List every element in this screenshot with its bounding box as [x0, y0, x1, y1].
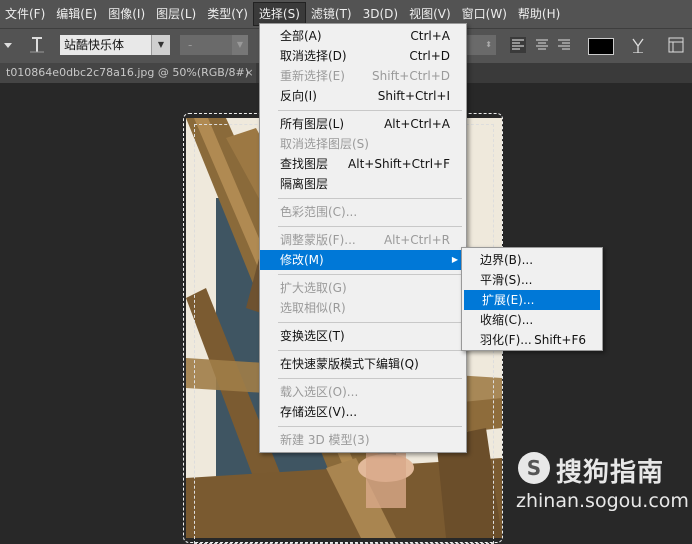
menu-item-label: 色彩范围(C)... [280, 205, 358, 219]
menu-item-label: 取消选择(D) [280, 49, 347, 63]
select-menu-item: 新建 3D 模型(3) [260, 430, 466, 450]
menu-item-label: 选取相似(R) [280, 301, 346, 315]
menu-item-shortcut: Alt+Ctrl+A [384, 117, 450, 131]
menubar-item[interactable]: 文件(F) [0, 3, 50, 25]
menu-item-label: 查找图层 [280, 157, 329, 171]
watermark-url: zhinan.sogou.com [516, 490, 689, 512]
align-center-icon[interactable] [534, 37, 550, 53]
menu-item-label: 所有图层(L) [280, 117, 345, 131]
select-menu-item[interactable]: 全部(A) Ctrl+A [260, 26, 466, 46]
menu-item-label: 边界(B)... [480, 253, 534, 267]
text-color-swatch[interactable] [588, 38, 614, 55]
menubar-item[interactable]: 类型(Y) [202, 3, 253, 25]
chevron-down-icon: ▼ [151, 35, 170, 55]
menu-item-label: 平滑(S)... [480, 273, 533, 287]
submenu-arrow-icon: ▶ [451, 255, 458, 264]
menu-separator [278, 378, 462, 379]
menubar-item[interactable]: 帮助(H) [513, 3, 565, 25]
align-left-icon[interactable] [510, 37, 526, 53]
menu-item-shortcut: Shift+F6 [534, 333, 586, 347]
select-menu-item[interactable]: 在快速蒙版模式下编辑(Q) [260, 354, 466, 374]
vertical-type-icon[interactable] [28, 35, 46, 55]
select-menu-item[interactable]: 反向(I) Shift+Ctrl+I [260, 86, 466, 106]
watermark-brand: 搜狗指南 [556, 458, 665, 488]
select-menu-item: 取消选择图层(S) [260, 134, 466, 154]
menu-item-label: 隔离图层 [280, 177, 329, 191]
select-menu-item: 色彩范围(C)... [260, 202, 466, 222]
select-menu-item[interactable]: 存储选区(V)... [260, 402, 466, 422]
menubar-item[interactable]: 滤镜(T) [306, 3, 357, 25]
menu-item-shortcut: Shift+Ctrl+D [372, 69, 450, 83]
menu-item-shortcut: Alt+Shift+Ctrl+F [348, 157, 450, 171]
select-menu-item[interactable]: 查找图层 Alt+Shift+Ctrl+F [260, 154, 466, 174]
menu-item-label: 调整蒙版(F)... [280, 233, 356, 247]
sogou-logo-icon: S [518, 452, 550, 484]
menu-item-label: 扩大选取(G) [280, 281, 347, 295]
select-menu-item: 扩大选取(G) [260, 278, 466, 298]
select-menu-item: 选取相似(R) [260, 298, 466, 318]
menu-separator [278, 350, 462, 351]
menu-separator [278, 110, 462, 111]
select-menu-item: 重新选择(E) Shift+Ctrl+D [260, 66, 466, 86]
menu-separator [278, 274, 462, 275]
menu-separator [278, 322, 462, 323]
menu-item-label: 羽化(F)... [480, 333, 532, 347]
select-menu-item[interactable]: 隔离图层 [260, 174, 466, 194]
menu-item-label: 收缩(C)... [480, 313, 534, 327]
menu-item-shortcut: Ctrl+D [409, 49, 450, 63]
menubar-item[interactable]: 视图(V) [404, 3, 456, 25]
select-menu-item[interactable]: 变换选区(T) [260, 326, 466, 346]
menu-item-label: 取消选择图层(S) [280, 137, 369, 151]
menu-item-shortcut: Alt+Ctrl+R [383, 233, 450, 247]
menu-item-label: 新建 3D 模型(3) [280, 433, 370, 447]
menu-item-shortcut: Shift+Ctrl+I [377, 89, 450, 103]
font-style-select[interactable]: - ▼ [180, 35, 248, 55]
menubar-item[interactable]: 选择(S) [252, 2, 306, 26]
menu-item-label: 存储选区(V)... [280, 405, 358, 419]
menu-item-shortcut: Ctrl+A [410, 29, 450, 43]
font-family-value: 站酷快乐体 [64, 38, 125, 52]
menu-item-label: 重新选择(E) [280, 69, 345, 83]
menubar-item[interactable]: 窗口(W) [457, 3, 512, 25]
panels-toggle-icon[interactable] [668, 37, 684, 53]
document-tab[interactable]: t010864e0dbc2c78a16.jpg @ 50%(RGB/8#) * … [0, 63, 256, 99]
modify-submenu-item[interactable]: 平滑(S)... [462, 270, 602, 290]
menu-separator [278, 426, 462, 427]
font-style-value: - [188, 38, 193, 52]
menu-item-label: 在快速蒙版模式下编辑(Q) [280, 357, 419, 371]
select-menu-item: 载入选区(O)... [260, 382, 466, 402]
modify-submenu-item[interactable]: 边界(B)... [462, 250, 602, 270]
sogou-watermark: S 搜狗指南 zhinan.sogou.com [514, 450, 689, 520]
modify-submenu-item[interactable]: 扩展(E)... [464, 290, 600, 310]
menu-separator [278, 198, 462, 199]
menubar-item[interactable]: 3D(D) [358, 3, 403, 25]
menu-item-label: 反向(I) [280, 89, 317, 103]
menu-item-label: 全部(A) [280, 29, 322, 43]
close-icon[interactable]: × [242, 63, 256, 83]
select-menu-item[interactable]: 所有图层(L) Alt+Ctrl+A [260, 114, 466, 134]
select-menu-item[interactable]: 修改(M) ▶ [260, 250, 466, 270]
menu-item-label: 变换选区(T) [280, 329, 345, 343]
menubar-item[interactable]: 图层(L) [151, 3, 201, 25]
modify-submenu-item[interactable]: 羽化(F)... Shift+F6 [462, 330, 602, 350]
menubar-item[interactable]: 图像(I) [103, 3, 150, 25]
modify-submenu: 边界(B)... 平滑(S)... 扩展(E)... 收缩(C)... 羽化(F)...… [461, 247, 603, 351]
chevron-down-icon: ▼ [232, 35, 248, 55]
menubar-item[interactable]: 编辑(E) [51, 3, 102, 25]
menu-item-label: 修改(M) [280, 253, 324, 267]
select-menu-item: 调整蒙版(F)... Alt+Ctrl+R [260, 230, 466, 250]
tool-preset-chevron-icon[interactable] [4, 39, 12, 59]
menu-separator [278, 226, 462, 227]
align-right-icon[interactable] [556, 37, 572, 53]
svg-text:S: S [527, 456, 541, 480]
select-menu: 全部(A) Ctrl+A 取消选择(D) Ctrl+D 重新选择(E) Shift+Ctr… [259, 23, 467, 453]
warp-text-icon[interactable] [630, 37, 646, 53]
font-family-select[interactable]: 站酷快乐体 ▼ [60, 35, 170, 55]
menu-item-label: 扩展(E)... [482, 293, 535, 307]
font-size-spinner[interactable]: ⬍ [466, 35, 496, 55]
select-menu-item[interactable]: 取消选择(D) Ctrl+D [260, 46, 466, 66]
menu-item-label: 载入选区(O)... [280, 385, 359, 399]
modify-submenu-item[interactable]: 收缩(C)... [462, 310, 602, 330]
